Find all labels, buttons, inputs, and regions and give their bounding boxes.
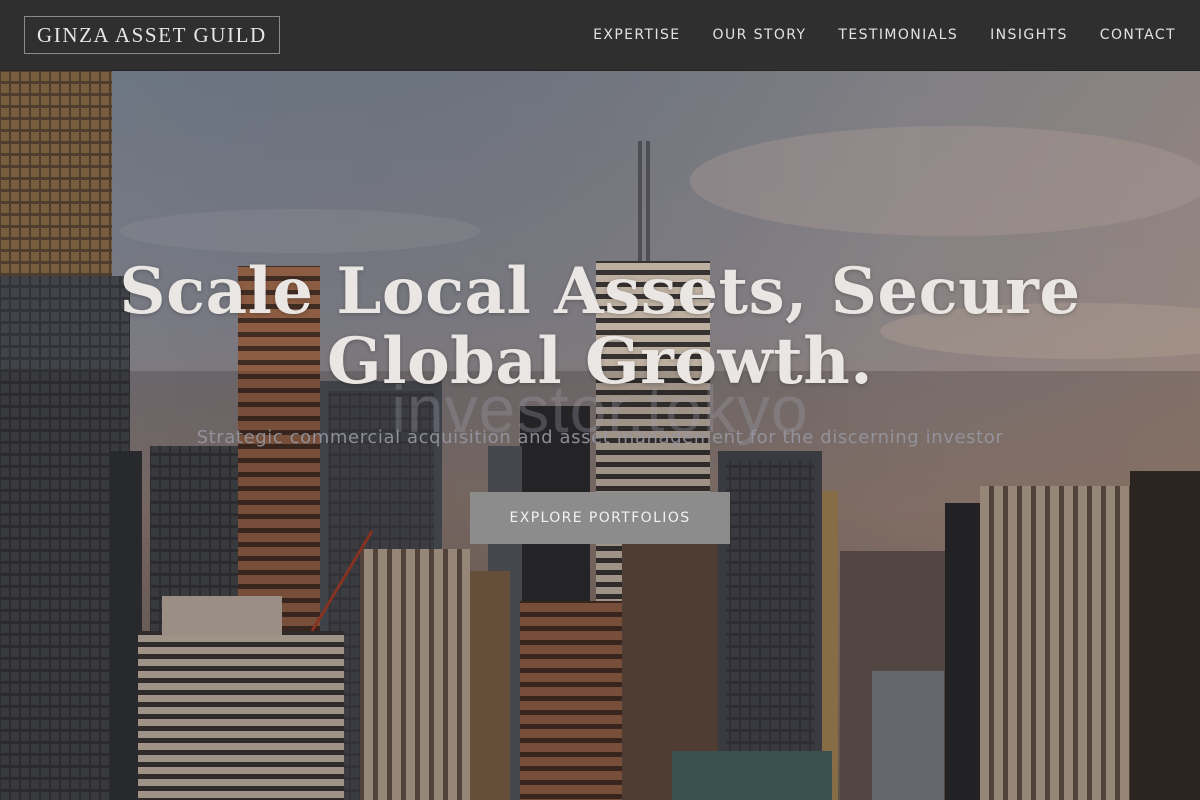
nav-link-contact[interactable]: CONTACT	[1100, 27, 1176, 43]
nav-link-insights[interactable]: INSIGHTS	[990, 27, 1068, 43]
site-navbar: GINZA ASSET GUILD EXPERTISE OUR STORY TE…	[0, 0, 1200, 71]
nav-link-our-story[interactable]: OUR STORY	[713, 27, 807, 43]
hero-headline-line1: Scale Local Assets, Secure	[119, 254, 1081, 329]
nav-link-testimonials[interactable]: TESTIMONIALS	[838, 27, 958, 43]
hero-headline: Scale Local Assets, Secure Global Growth…	[100, 257, 1100, 397]
hero-section: investor.tokyo Scale Local Assets, Secur…	[0, 71, 1200, 800]
main-nav: EXPERTISE OUR STORY TESTIMONIALS INSIGHT…	[593, 27, 1176, 43]
hero-headline-line2: Global Growth.	[327, 324, 873, 399]
brand-logo[interactable]: GINZA ASSET GUILD	[24, 16, 280, 54]
hero-subtitle: Strategic commercial acquisition and ass…	[196, 427, 1004, 448]
nav-link-expertise[interactable]: EXPERTISE	[593, 27, 680, 43]
explore-portfolios-button[interactable]: EXPLORE PORTFOLIOS	[470, 492, 730, 544]
